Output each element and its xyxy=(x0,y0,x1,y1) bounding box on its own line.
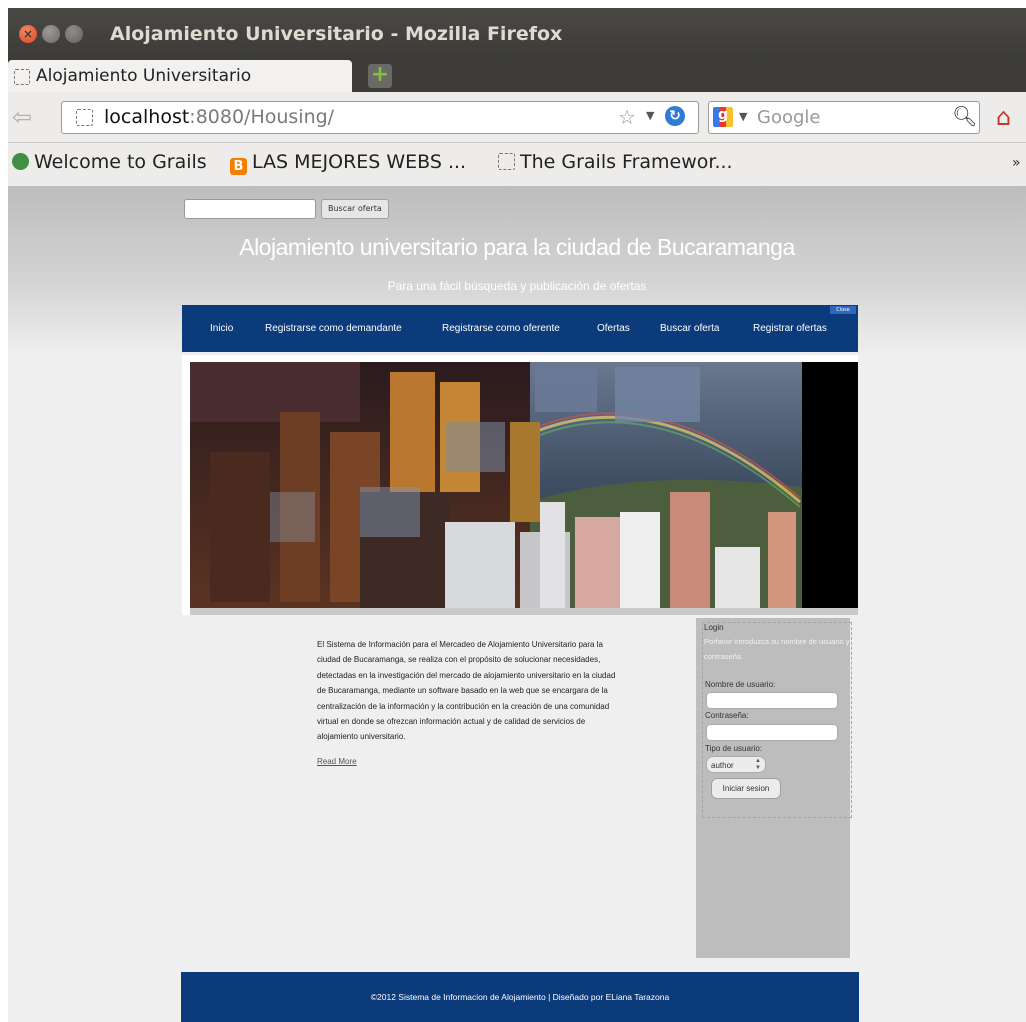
minimize-window-button[interactable] xyxy=(42,25,60,43)
bookmark-item[interactable]: Welcome to Grails xyxy=(12,151,207,173)
grails-icon xyxy=(12,153,29,170)
main-menu: Close Inicio Registrarse como demandante… xyxy=(182,305,858,352)
user-type-label: Tipo de usuario: xyxy=(705,744,763,753)
search-offer-button[interactable]: Buscar oferta xyxy=(321,199,389,219)
footer-text: ©2012 Sistema de Informacion de Alojamie… xyxy=(370,992,670,1002)
spinner-arrows-icon[interactable]: ▲ ▼ xyxy=(755,758,761,772)
article-line: virtual en donde se ofrezcan información… xyxy=(317,717,586,727)
blogger-icon: B xyxy=(230,158,247,175)
article-line: detectadas en la investigación del merca… xyxy=(317,670,616,680)
password-label: Contraseña: xyxy=(705,711,749,720)
engine-dropdown-icon[interactable]: ▼ xyxy=(739,110,747,123)
more-bookmarks-chevron-icon[interactable]: » xyxy=(1012,155,1021,171)
menu-item-registrar-ofertas[interactable]: Registrar ofertas xyxy=(753,323,827,334)
menu-item-inicio[interactable]: Inicio xyxy=(210,323,233,334)
navigation-bar: ⇦ localhost:8080/Housing/ ☆ ▼ ↻ g ▼ Goog… xyxy=(8,92,1026,143)
password-field[interactable] xyxy=(706,724,838,741)
article-line: El Sistema de Información para el Mercad… xyxy=(317,640,603,649)
close-window-button[interactable]: × xyxy=(19,25,37,43)
window-title: Alojamiento Universitario - Mozilla Fire… xyxy=(110,23,563,45)
menu-item-ofertas[interactable]: Ofertas xyxy=(597,323,630,334)
search-placeholder: Google xyxy=(757,107,821,128)
close-icon: × xyxy=(22,27,34,41)
banner-separator xyxy=(190,608,858,615)
bookmark-item[interactable]: B LAS MEJORES WEBS ... xyxy=(230,151,466,175)
user-type-select[interactable]: author ▲ ▼ xyxy=(706,756,766,773)
article-line: ciudad de Bucaramanga, se realiza con el… xyxy=(317,655,601,665)
article-line: de Bucaramanga, mediante un software bas… xyxy=(317,686,608,696)
offer-search-input[interactable] xyxy=(184,199,316,219)
site-identity-icon[interactable] xyxy=(76,109,93,126)
screen: × Alojamiento Universitario - Mozilla Fi… xyxy=(0,0,1026,1022)
user-type-value: author xyxy=(711,761,734,770)
login-submit-button[interactable]: Iniciar sesion xyxy=(711,778,781,799)
url-bar[interactable]: localhost:8080/Housing/ ☆ ▼ ↻ xyxy=(61,101,699,134)
url-text[interactable]: localhost:8080/Housing/ xyxy=(104,106,334,128)
bookmarks-toolbar: Welcome to Grails B LAS MEJORES WEBS ... … xyxy=(8,143,1026,186)
history-dropdown-icon[interactable]: ▼ xyxy=(646,109,654,122)
article-line: alojamiento universitario. xyxy=(317,732,406,742)
city-banner-image xyxy=(190,362,858,608)
page-footer: ©2012 Sistema de Informacion de Alojamie… xyxy=(181,972,859,1022)
back-arrow-icon[interactable]: ⇦ xyxy=(12,103,32,131)
google-engine-icon[interactable]: g xyxy=(713,107,733,127)
username-label: Nombre de usuario: xyxy=(705,680,776,689)
new-tab-button[interactable]: + xyxy=(368,62,392,88)
title-bar: × Alojamiento Universitario - Mozilla Fi… xyxy=(8,8,1026,58)
bookmark-label: LAS MEJORES WEBS ... xyxy=(252,151,467,173)
menu-corner-button[interactable]: Close xyxy=(830,306,856,314)
page-icon xyxy=(498,153,515,170)
tab-label: Alojamiento Universitario xyxy=(36,66,252,86)
search-bar[interactable]: g ▼ Google xyxy=(708,101,980,134)
page-icon xyxy=(14,69,30,85)
menu-item-buscar-oferta[interactable]: Buscar oferta xyxy=(660,323,719,334)
site-title: Alojamiento universitario para la ciudad… xyxy=(239,234,795,260)
bookmark-star-icon[interactable]: ☆ xyxy=(618,105,636,129)
read-more-link[interactable]: Read More xyxy=(317,757,357,766)
username-field[interactable] xyxy=(706,692,838,709)
site-subtitle: Para una fácil búsqueda y publicación de… xyxy=(387,279,647,293)
menu-item-demandante[interactable]: Registrarse como demandante xyxy=(265,323,402,334)
url-path: :8080/Housing/ xyxy=(189,106,335,128)
login-title: Login xyxy=(704,623,724,632)
maximize-window-button[interactable] xyxy=(65,25,83,43)
web-page: Buscar oferta Alojamiento universitario … xyxy=(8,186,1026,1022)
tab-strip: Alojamiento Universitario + xyxy=(8,58,1026,92)
reload-icon[interactable]: ↻ xyxy=(665,106,685,126)
bookmark-item[interactable]: The Grails Framewor... xyxy=(498,151,733,173)
search-magnifier-icon[interactable]: 🔍︎ xyxy=(952,104,977,128)
article-line: centralización de la información y la co… xyxy=(317,701,610,711)
plus-icon: + xyxy=(370,62,390,87)
bookmark-label: The Grails Framewor... xyxy=(520,151,733,173)
intro-article: El Sistema de Información para el Mercad… xyxy=(317,637,697,745)
url-host: localhost xyxy=(104,106,190,128)
home-icon[interactable]: ⌂ xyxy=(996,103,1011,131)
tab-alojamiento[interactable]: Alojamiento Universitario xyxy=(8,60,352,92)
browser-window: × Alojamiento Universitario - Mozilla Fi… xyxy=(8,8,1026,1022)
bookmark-label: Welcome to Grails xyxy=(34,151,207,173)
menu-item-oferente[interactable]: Registrarse como oferente xyxy=(442,323,560,334)
login-hint: Porfavor introduzca su nombre de usuario… xyxy=(704,637,850,661)
